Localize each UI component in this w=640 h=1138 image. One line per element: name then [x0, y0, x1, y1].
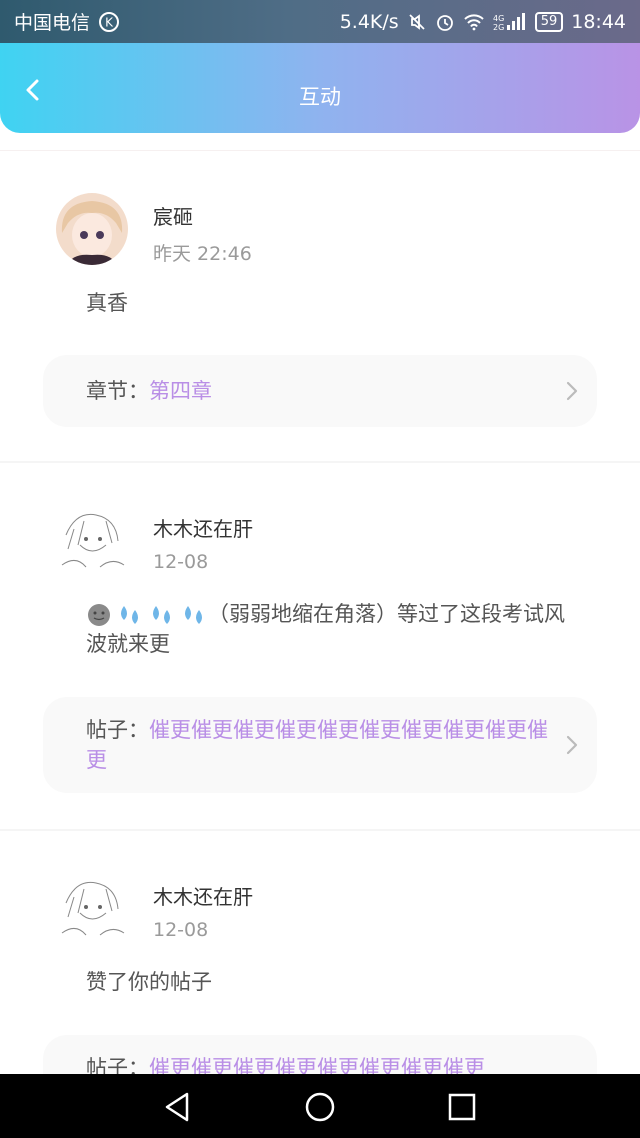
page-title: 互动: [299, 85, 341, 109]
ref-value: 第四章: [149, 379, 212, 403]
user-name[interactable]: 宸砸: [153, 201, 193, 230]
emoji-group: [86, 602, 208, 628]
square-recents-icon: [448, 1093, 476, 1121]
battery-icon: 59: [534, 11, 564, 32]
post-link-card[interactable]: 帖子：催更催更催更催更催更催更催更催更: [43, 1035, 597, 1074]
chevron-right-icon: [566, 735, 578, 755]
k-icon: K: [98, 11, 120, 33]
header-bar: 互动: [0, 43, 640, 133]
avatar[interactable]: [56, 873, 128, 945]
ref-label: 帖子：: [86, 1056, 149, 1074]
sweat-drops-icon: [185, 606, 202, 624]
clock: 18:44: [571, 10, 626, 33]
list-item: 木木还在肝 12-08 赞了你的帖子 帖子：催更催更催更催更催更催更催更催更: [0, 831, 640, 1074]
post-link-card[interactable]: 帖子：催更催更催更催更催更催更催更催更催更催更: [43, 697, 597, 793]
avatar[interactable]: [56, 193, 128, 265]
interaction-list[interactable]: 宸砸 昨天 22:46 真香 章节：第四章 木木还在肝 12-08 （弱弱地缩在…: [0, 150, 640, 1074]
message-text: （弱弱地缩在角落）等过了这段考试风波就来更: [86, 599, 576, 659]
list-item: 宸砸 昨天 22:46 真香 章节：第四章: [0, 151, 640, 461]
ref-value: 催更催更催更催更催更催更催更催更: [149, 1056, 485, 1074]
ref-value: 催更催更催更催更催更催更催更催更催更催更: [86, 718, 548, 772]
timestamp: 12-08: [153, 919, 209, 941]
nav-back-button[interactable]: [161, 1090, 195, 1124]
user-name[interactable]: 木木还在肝: [153, 513, 253, 542]
sweat-drops-icon: [153, 606, 170, 624]
timestamp: 昨天 22:46: [153, 243, 252, 265]
ref-label: 章节：: [86, 379, 149, 403]
ref-label: 帖子：: [86, 718, 149, 742]
triangle-back-icon: [165, 1092, 189, 1122]
status-bar: 中国电信 K 5.4K/s 4G 2G 59 18:44: [0, 0, 640, 43]
mute-icon: [407, 12, 427, 32]
message-text: 真香: [86, 291, 128, 315]
system-nav-bar: [0, 1074, 640, 1138]
nav-home-button[interactable]: [303, 1090, 337, 1124]
sweat-drops-icon: [121, 606, 138, 624]
user-name[interactable]: 木木还在肝: [153, 881, 253, 910]
svg-text:K: K: [105, 15, 114, 29]
chevron-right-icon: [566, 381, 578, 401]
timestamp: 12-08: [153, 551, 209, 573]
avatar[interactable]: [56, 505, 128, 577]
circle-home-icon: [305, 1092, 335, 1122]
nav-recents-button[interactable]: [445, 1090, 479, 1124]
alarm-icon: [435, 12, 455, 32]
wifi-icon: [463, 13, 485, 31]
chapter-link-card[interactable]: 章节：第四章: [43, 355, 597, 427]
network-speed: 5.4K/s: [339, 10, 399, 33]
smile-face-icon: [88, 604, 110, 626]
carrier-label: 中国电信: [14, 12, 91, 34]
message-text: 赞了你的帖子: [86, 970, 212, 994]
svg-text:2G: 2G: [493, 23, 504, 32]
signal-icon: 4G 2G: [493, 12, 527, 32]
svg-text:4G: 4G: [493, 14, 504, 23]
